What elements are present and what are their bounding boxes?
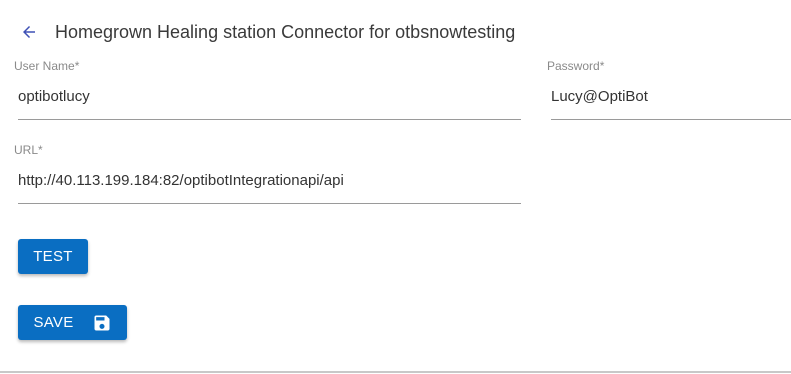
required-mark: * — [38, 143, 43, 157]
page-title: Homegrown Healing station Connector for … — [55, 21, 516, 42]
back-button[interactable] — [18, 21, 40, 43]
url-input[interactable] — [18, 171, 518, 191]
url-label: URL* — [14, 143, 43, 157]
url-field: URL* — [14, 143, 522, 204]
username-input[interactable] — [18, 87, 518, 107]
test-button[interactable]: TEST — [18, 239, 88, 274]
username-field: User Name* — [14, 59, 522, 120]
username-underline — [18, 119, 521, 120]
required-mark: * — [74, 59, 80, 73]
page-header: Homegrown Healing station Connector for … — [18, 19, 515, 45]
password-underline — [551, 119, 791, 120]
connector-page: Homegrown Healing station Connector for … — [0, 0, 791, 374]
bottom-divider — [0, 371, 791, 373]
floppy-disk-icon — [92, 313, 112, 333]
required-mark: * — [599, 59, 605, 73]
url-underline — [18, 203, 521, 204]
save-button[interactable]: SAVE — [18, 305, 127, 340]
save-button-label: SAVE — [33, 314, 74, 331]
arrow-left-icon — [20, 23, 38, 41]
password-input[interactable] — [551, 87, 787, 107]
test-button-label: TEST — [33, 248, 73, 265]
password-label: Password* — [547, 59, 605, 73]
username-label: User Name* — [14, 59, 80, 73]
password-field: Password* — [547, 59, 791, 120]
